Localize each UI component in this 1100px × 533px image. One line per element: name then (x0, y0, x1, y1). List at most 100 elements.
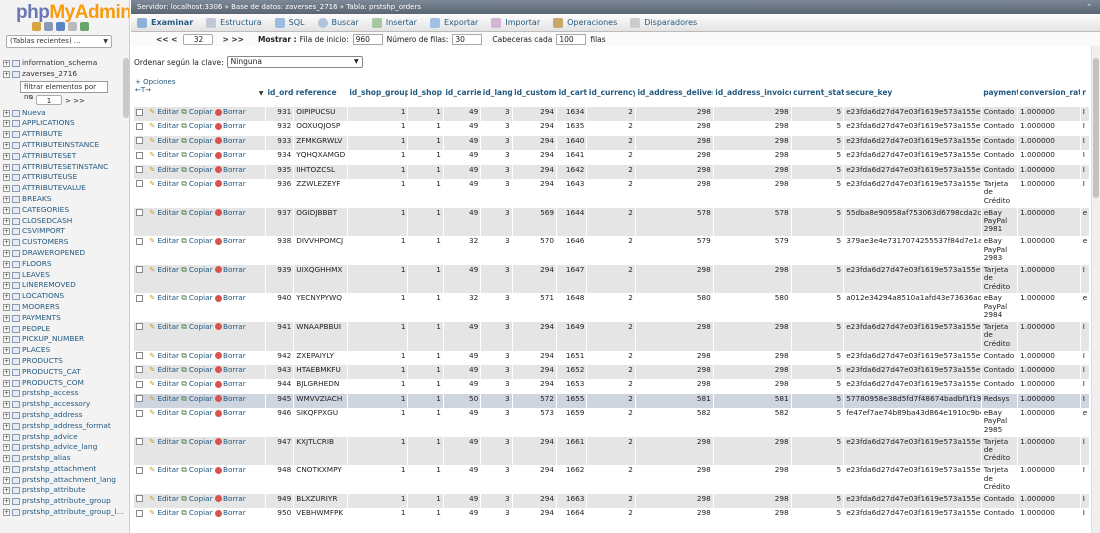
docs-icon[interactable] (68, 22, 77, 31)
cell[interactable]: 1.000000 (1017, 107, 1081, 122)
cell[interactable]: I (1080, 350, 1091, 365)
table-item[interactable]: + CSVIMPORT (0, 226, 124, 237)
cell[interactable]: 947 (265, 436, 295, 466)
cell[interactable]: 1.000000 (1017, 350, 1081, 365)
cell[interactable]: 49 (443, 408, 482, 437)
cell[interactable]: 932 (265, 121, 295, 136)
expand-icon[interactable]: + (3, 411, 10, 419)
table-row[interactable]: ✎ Editar ⧉ Copiar Borrar 943 HTAEBMKFU 1 1 49… (134, 364, 1091, 380)
cell[interactable]: 578 (713, 207, 792, 237)
cell[interactable]: 294 (512, 508, 558, 523)
cell[interactable]: 294 (512, 178, 558, 208)
column-name[interactable]: id_address_delivery (637, 88, 713, 97)
cell[interactable]: 582 (635, 408, 714, 437)
cell[interactable]: 948 (265, 465, 295, 494)
cell[interactable]: YECNYPYWQ (293, 293, 348, 322)
cell[interactable]: 5 (791, 408, 845, 437)
column-name[interactable]: conversion_rate (1020, 88, 1081, 97)
column-header[interactable]: id_cart (557, 87, 587, 107)
row-checkbox[interactable] (136, 380, 143, 388)
expand-icon[interactable]: + (3, 422, 10, 430)
cell[interactable]: 1 (347, 207, 409, 237)
page-select[interactable]: 32 (183, 33, 214, 45)
table-item[interactable]: + prstshp_attribute_group_l... (0, 507, 124, 518)
expand-icon[interactable]: + (3, 303, 10, 311)
table-row[interactable]: ✎ Editar ⧉ Copiar Borrar 946 SIKQFPXGU 1 1 49… (134, 408, 1091, 437)
cell[interactable]: 1 (407, 178, 444, 208)
cell[interactable]: 1 (347, 150, 409, 165)
cell[interactable]: 1 (407, 164, 444, 179)
edit-link[interactable]: Editar (157, 508, 179, 517)
cell[interactable]: 1635 (556, 121, 588, 136)
row-checkbox[interactable] (136, 180, 143, 188)
cell[interactable]: 298 (635, 107, 714, 122)
cell[interactable]: YQHQXAMGD (293, 150, 348, 165)
column-name[interactable]: id_lang (483, 88, 512, 97)
cell[interactable]: 3 (480, 135, 513, 151)
cell[interactable]: 298 (713, 178, 792, 208)
table-row[interactable]: ✎ Editar ⧉ Copiar Borrar 932 OOXUQJOSP 1 1 49… (134, 121, 1091, 136)
edit-link[interactable]: Editar (157, 236, 179, 245)
expand-icon[interactable]: + (3, 217, 10, 225)
cell[interactable]: 298 (635, 121, 714, 136)
help-icon[interactable] (56, 22, 65, 31)
cell[interactable]: 1.000000 (1017, 236, 1081, 265)
cell[interactable]: 3 (480, 364, 513, 380)
cell[interactable]: e23fda6d27d47e03f1619e573a155ef2 (843, 493, 982, 509)
cell[interactable]: 3 (480, 164, 513, 179)
expand-icon[interactable]: + (3, 195, 10, 203)
cell[interactable]: I (1080, 436, 1091, 466)
cell[interactable]: 2 (586, 293, 636, 322)
column-header[interactable]: payment (981, 87, 1017, 107)
table-item[interactable]: + prstshp_accessory (0, 399, 124, 410)
cell[interactable]: 298 (635, 264, 714, 294)
table-item[interactable]: + PRODUCTS_COM (0, 378, 124, 389)
expand-icon[interactable]: + (3, 314, 10, 322)
edit-link[interactable]: Editar (157, 150, 179, 159)
column-header[interactable]: id_customer (512, 87, 556, 107)
cell[interactable]: VEBHWMFPK (293, 508, 348, 523)
cell[interactable]: 3 (480, 408, 513, 437)
cell[interactable]: I (1080, 321, 1091, 351)
table-row[interactable]: ✎ Editar ⧉ Copiar Borrar 942 ZXEPAIYLY 1 1 49… (134, 350, 1091, 365)
delete-link[interactable]: Borrar (223, 107, 246, 116)
cell[interactable]: 1 (347, 493, 409, 509)
prev-page-button[interactable]: << < (153, 35, 180, 44)
expand-icon[interactable]: + (3, 476, 10, 484)
cell[interactable]: OIPIPUCSU (293, 107, 348, 122)
cell[interactable]: 49 (443, 465, 482, 494)
expand-icon[interactable]: + (3, 401, 10, 409)
cell[interactable]: Tarjeta de Crédito (981, 436, 1019, 466)
tab-export[interactable]: Exportar (429, 17, 478, 28)
home-icon[interactable] (32, 22, 41, 31)
table-item[interactable]: + PRODUCTS_CAT (0, 367, 124, 378)
cell[interactable]: 1 (347, 178, 409, 208)
column-name[interactable]: current_state (793, 88, 844, 97)
cell[interactable]: 5 (791, 293, 845, 322)
cell[interactable]: 570 (512, 236, 558, 265)
delete-link[interactable]: Borrar (223, 465, 246, 474)
cell[interactable]: I (1080, 178, 1091, 208)
table-item[interactable]: + prstshp_attribute (0, 485, 124, 496)
delete-link[interactable]: Borrar (223, 408, 246, 417)
cell[interactable]: 2 (586, 493, 636, 509)
scroll-thumb[interactable] (1093, 58, 1099, 198)
cell[interactable]: 1 (407, 393, 444, 409)
cell[interactable]: 1 (407, 135, 444, 151)
cell[interactable]: 3 (480, 493, 513, 509)
edit-link[interactable]: Editar (157, 351, 179, 360)
cell[interactable]: 5 (791, 264, 845, 294)
table-row[interactable]: ✎ Editar ⧉ Copiar Borrar 935 IIHTOZCSL 1 1 49… (134, 164, 1091, 179)
cell[interactable]: 2 (586, 121, 636, 136)
cell[interactable]: 1 (347, 321, 409, 351)
cell[interactable]: 294 (512, 135, 558, 151)
edit-link[interactable]: Editar (157, 107, 179, 116)
delete-link[interactable]: Borrar (223, 379, 246, 388)
cell[interactable]: 934 (265, 150, 295, 165)
cell[interactable]: 298 (635, 436, 714, 466)
delete-link[interactable]: Borrar (223, 136, 246, 145)
cell[interactable]: 55dba8e90958af753063d6798cda2cbc (843, 207, 982, 237)
column-name[interactable]: secure_key (846, 88, 893, 97)
cell[interactable]: 2 (586, 393, 636, 409)
cell[interactable]: 2 (586, 236, 636, 265)
